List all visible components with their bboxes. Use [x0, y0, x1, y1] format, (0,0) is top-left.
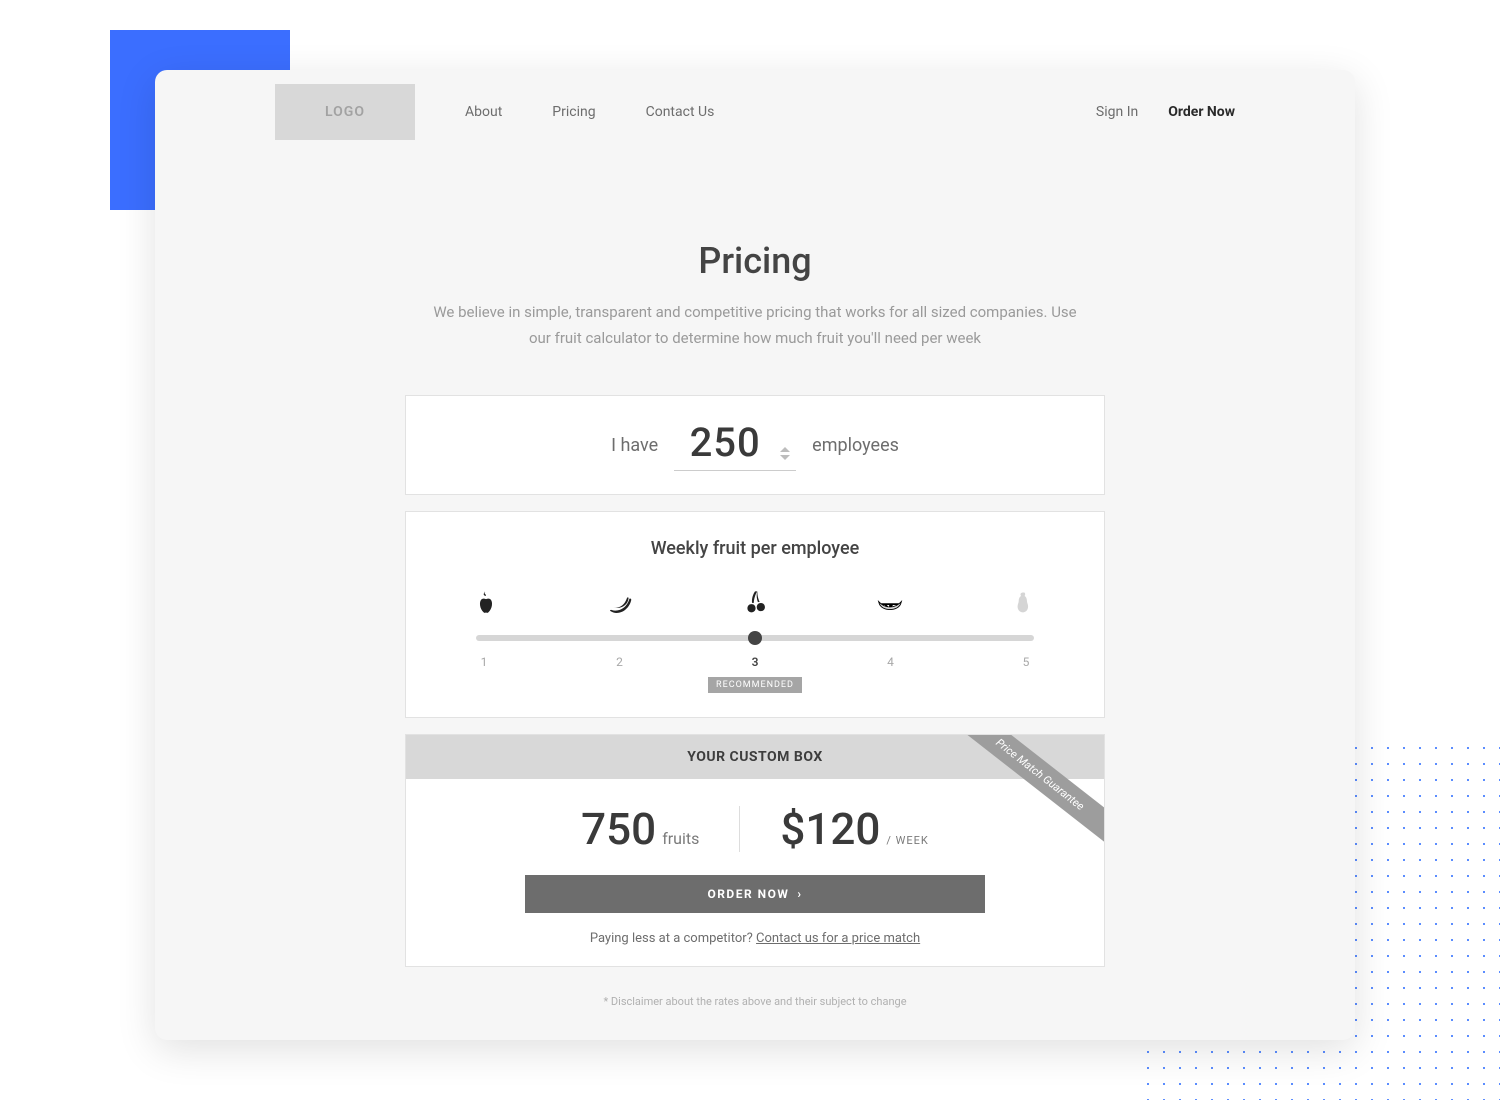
slider-track[interactable] — [476, 635, 1034, 641]
order-now-link[interactable]: Order Now — [1168, 104, 1235, 120]
apple-icon — [470, 587, 502, 619]
disclaimer: * Disclaimer about the rates above and t… — [275, 995, 1235, 1008]
chevron-down-icon[interactable] — [780, 455, 790, 460]
fruits-value: 750 — [581, 803, 656, 855]
sign-in-link[interactable]: Sign In — [1096, 104, 1138, 120]
nav-about[interactable]: About — [465, 104, 502, 120]
chevron-right-icon: › — [797, 887, 802, 901]
header: LOGO About Pricing Contact Us Sign In Or… — [275, 84, 1235, 140]
price-match-link[interactable]: Contact us for a price match — [756, 931, 920, 946]
stat-price: $120 / WEEK — [740, 803, 968, 855]
nav-contact[interactable]: Contact Us — [646, 104, 715, 120]
price-unit: / WEEK — [886, 834, 928, 847]
price-value: $120 — [780, 803, 880, 855]
employees-stepper — [780, 447, 790, 466]
pear-icon — [1008, 587, 1040, 619]
slider-thumb[interactable] — [748, 631, 762, 645]
slider-card: Weekly fruit per employee 1 2 3 — [405, 511, 1105, 718]
employees-prefix: I have — [611, 435, 658, 456]
recommended-badge: RECOMMENDED — [708, 677, 802, 693]
slider-ticks: 1 2 3 4 5 — [466, 655, 1044, 669]
citrus-icon — [874, 587, 906, 619]
employees-card: I have 250 employees — [405, 395, 1105, 495]
employees-value: 250 — [680, 419, 770, 466]
header-right: Sign In Order Now — [1096, 104, 1235, 120]
order-now-button[interactable]: ORDER NOW › — [525, 875, 985, 913]
tick-5: 5 — [1016, 655, 1036, 669]
page-card: LOGO About Pricing Contact Us Sign In Or… — [155, 70, 1355, 1040]
result-stats: 750 fruits $120 / WEEK — [406, 779, 1104, 875]
page-subtitle: We believe in simple, transparent and co… — [425, 300, 1085, 351]
fruits-unit: fruits — [662, 829, 699, 848]
price-match-prefix: Paying less at a competitor? — [590, 931, 756, 946]
chevron-up-icon[interactable] — [780, 447, 790, 452]
banana-icon — [605, 587, 637, 619]
result-card: YOUR CUSTOM BOX Price Match Guarantee 75… — [405, 734, 1105, 967]
cherry-icon — [739, 587, 771, 619]
tick-1: 1 — [474, 655, 494, 669]
stat-fruits: 750 fruits — [541, 803, 739, 855]
order-now-label: ORDER NOW — [707, 887, 789, 901]
price-match-line: Paying less at a competitor? Contact us … — [406, 931, 1104, 946]
nav: About Pricing Contact Us — [465, 104, 714, 120]
logo[interactable]: LOGO — [275, 84, 415, 140]
fruit-icon-row — [466, 587, 1044, 619]
tick-2: 2 — [610, 655, 630, 669]
employees-input[interactable]: 250 — [674, 419, 796, 471]
tick-4: 4 — [881, 655, 901, 669]
nav-pricing[interactable]: Pricing — [552, 104, 595, 120]
page-title: Pricing — [275, 240, 1235, 282]
slider-title: Weekly fruit per employee — [466, 538, 1044, 559]
employees-suffix: employees — [812, 435, 899, 456]
tick-3: 3 — [745, 655, 765, 669]
